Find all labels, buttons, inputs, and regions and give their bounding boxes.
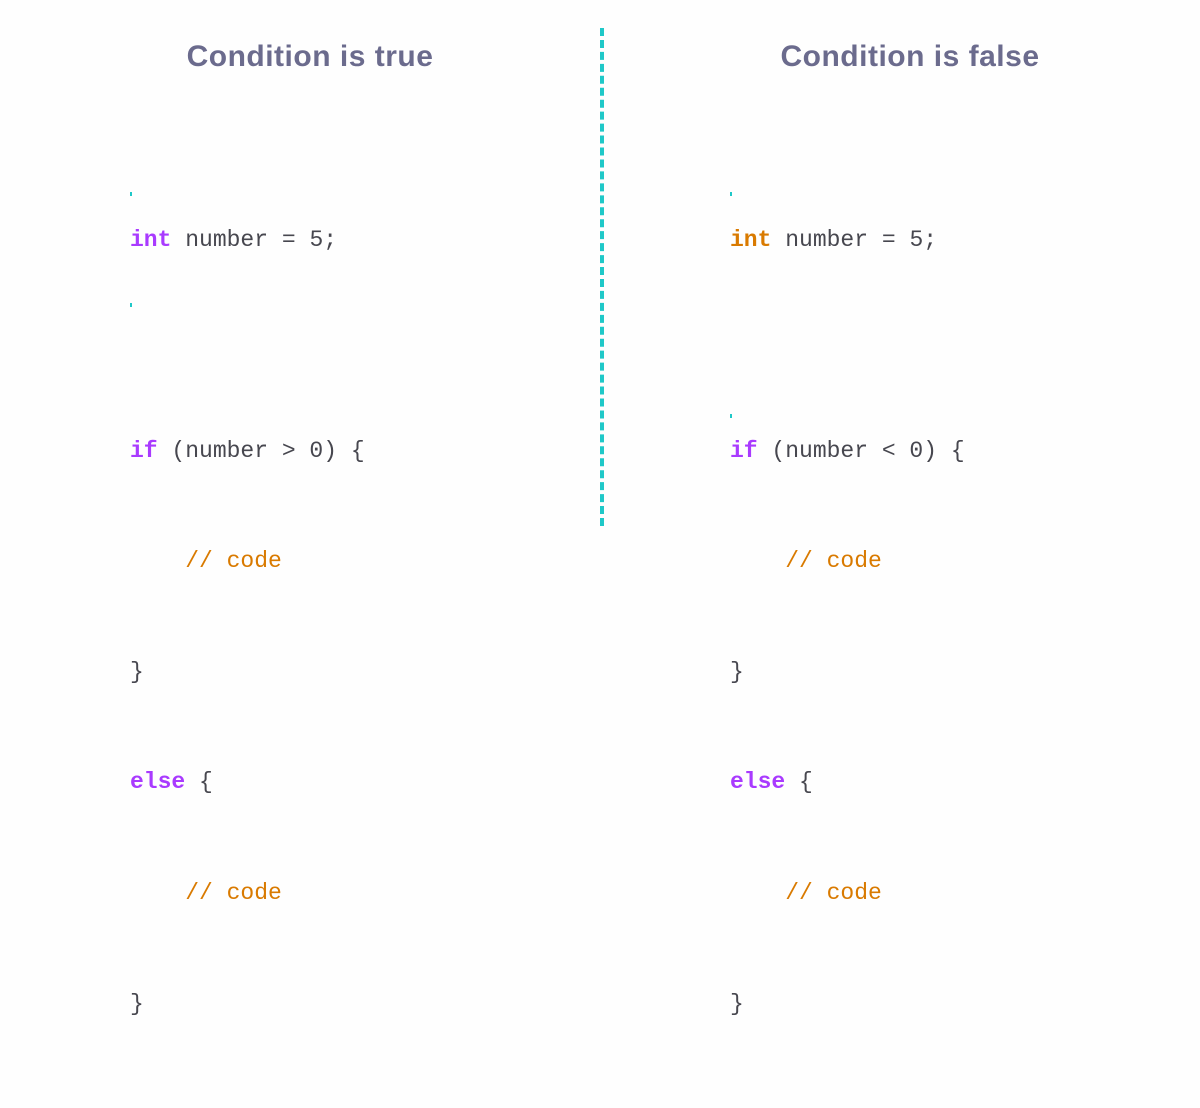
else-keyword: else xyxy=(730,764,785,801)
if-keyword: if xyxy=(730,433,758,470)
body-comment: // code xyxy=(785,543,882,580)
else-line: else { xyxy=(130,764,560,801)
code-block-false: int number = 5; if (number < 0) { // cod… xyxy=(730,112,1160,1108)
decl-line: int number = 5; xyxy=(730,222,1160,259)
close-brace: } xyxy=(730,986,1160,1023)
code-block-true: int number = 5; if (number > 0) { // cod… xyxy=(130,112,560,1108)
title-false: Condition is false xyxy=(660,40,1160,74)
if-body: // code xyxy=(730,543,1160,580)
body-comment: // code xyxy=(185,543,282,580)
decl-text: number = 5; xyxy=(171,222,337,259)
blank-line xyxy=(730,1096,1160,1108)
if-body: // code xyxy=(130,543,560,580)
else-body: // code xyxy=(130,875,560,912)
body-comment: // code xyxy=(785,875,882,912)
panel-false: Condition is false int number = 5; if (n… xyxy=(600,0,1200,554)
decl-text: number = 5; xyxy=(771,222,937,259)
else-keyword: else xyxy=(130,764,185,801)
int-keyword: int xyxy=(130,222,171,259)
int-keyword: int xyxy=(730,222,771,259)
else-line: else { xyxy=(730,764,1160,801)
if-line: if (number > 0) { xyxy=(130,433,560,470)
body-comment: // code xyxy=(185,875,282,912)
else-brace: { xyxy=(185,764,213,801)
close-brace: } xyxy=(130,654,560,691)
vertical-divider xyxy=(600,28,604,526)
if-line: if (number < 0) { xyxy=(730,433,1160,470)
decl-line: int number = 5; xyxy=(130,222,560,259)
title-true: Condition is true xyxy=(60,40,560,74)
close-brace: } xyxy=(130,986,560,1023)
panel-true: Condition is true int number = 5; if (nu… xyxy=(0,0,600,554)
blank-line xyxy=(130,1096,560,1108)
else-brace: { xyxy=(785,764,813,801)
blank-line xyxy=(130,333,560,359)
if-condition: (number > 0) { xyxy=(158,433,365,470)
if-condition: (number < 0) { xyxy=(758,433,965,470)
diagram-container: Condition is true int number = 5; if (nu… xyxy=(0,0,1200,554)
else-body: // code xyxy=(730,875,1160,912)
if-keyword: if xyxy=(130,433,158,470)
close-brace: } xyxy=(730,654,1160,691)
blank-line xyxy=(730,333,1160,359)
